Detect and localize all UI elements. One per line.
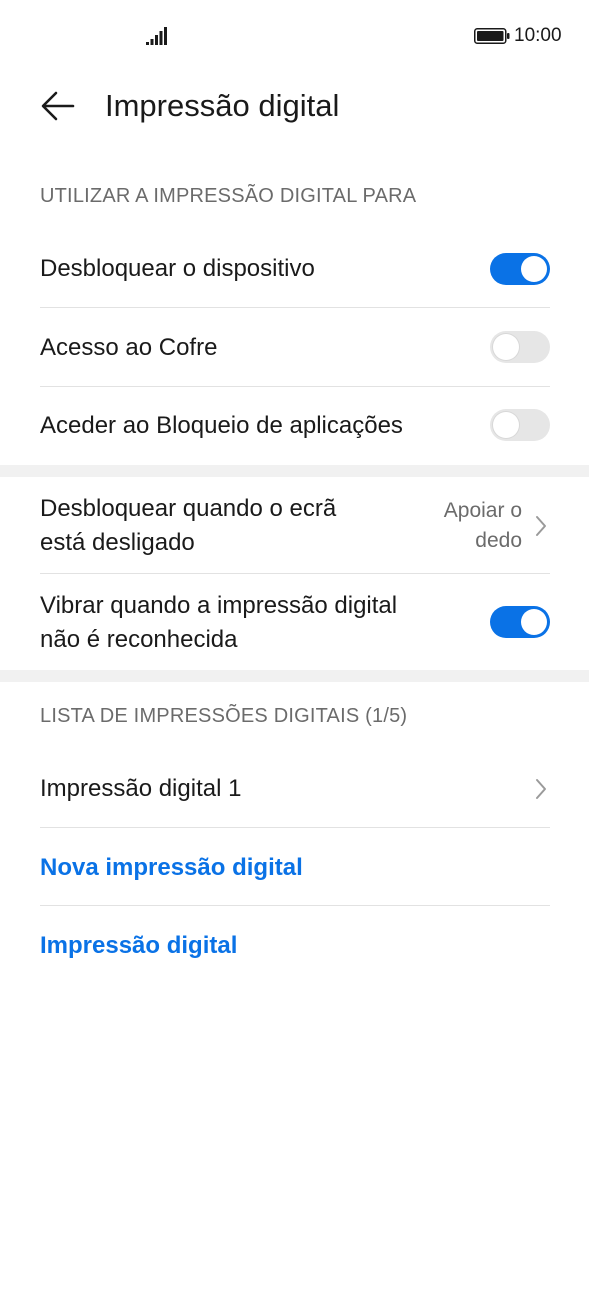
row-safe-access[interactable]: Acesso ao Cofre [40, 326, 550, 370]
row-label: Impressão digital 1 [40, 775, 242, 802]
section-separator [0, 670, 589, 682]
row-label: Acesso ao Cofre [40, 334, 218, 361]
row-label-line2: não é reconhecida [40, 626, 238, 653]
toggle-app-lock[interactable] [490, 409, 550, 441]
divider [40, 573, 550, 574]
section-header-use: UTILIZAR A IMPRESSÃO DIGITAL PARA [40, 185, 417, 207]
chevron-right-icon [536, 779, 546, 799]
row-label: Desbloquear o dispositivo [40, 255, 315, 282]
row-app-lock[interactable]: Aceder ao Bloqueio de aplicações [40, 404, 550, 448]
row-label: Aceder ao Bloqueio de aplicações [40, 412, 403, 439]
divider [40, 386, 550, 387]
toggle-vibrate[interactable] [490, 606, 550, 638]
screen-off-value: Apoiar o dedo [444, 496, 522, 556]
new-fingerprint-button[interactable]: Nova impressão digital [40, 846, 550, 890]
toggle-knob [521, 256, 547, 282]
divider [40, 307, 550, 308]
new-fingerprint-label: Nova impressão digital [40, 854, 303, 881]
section-header-list: LISTA DE IMPRESSÕES DIGITAIS (1/5) [40, 705, 408, 727]
toggle-knob [493, 412, 519, 438]
row-label-group: Vibrar quando a impressão digital não é … [40, 589, 397, 657]
row-label-group: Desbloquear quando o ecrã está desligado [40, 492, 336, 560]
fingerprint-link-label: Impressão digital [40, 932, 238, 959]
status-bar: 10:00 [0, 0, 589, 72]
row-fingerprint-1[interactable]: Impressão digital 1 [40, 767, 550, 811]
clock-time: 10:00 [514, 25, 562, 46]
fingerprint-link[interactable]: Impressão digital [40, 924, 550, 968]
arrow-left-icon [41, 91, 75, 121]
toggle-unlock-device[interactable] [490, 253, 550, 285]
back-button[interactable] [36, 86, 80, 126]
row-label-line1: Vibrar quando a impressão digital [40, 592, 398, 619]
app-header: Impressão digital [0, 72, 589, 142]
page-title: Impressão digital [105, 88, 340, 123]
row-unlock-device[interactable]: Desbloquear o dispositivo [40, 247, 550, 291]
battery-icon [474, 28, 510, 44]
row-unlock-screen-off[interactable]: Desbloquear quando o ecrã está desligado… [40, 490, 550, 562]
section-separator [0, 465, 589, 477]
value-line2: dedo [475, 529, 522, 552]
toggle-knob [521, 609, 547, 635]
toggle-knob [493, 334, 519, 360]
divider [40, 905, 550, 906]
value-line1: Apoiar o [443, 499, 522, 522]
toggle-safe-access[interactable] [490, 331, 550, 363]
signal-icon [146, 27, 167, 45]
row-label-line2: está desligado [40, 529, 195, 556]
chevron-right-icon [536, 516, 546, 536]
divider [40, 827, 550, 828]
row-vibrate-unrecognized[interactable]: Vibrar quando a impressão digital não é … [40, 587, 550, 659]
row-label-line1: Desbloquear quando o ecrã [40, 495, 337, 522]
